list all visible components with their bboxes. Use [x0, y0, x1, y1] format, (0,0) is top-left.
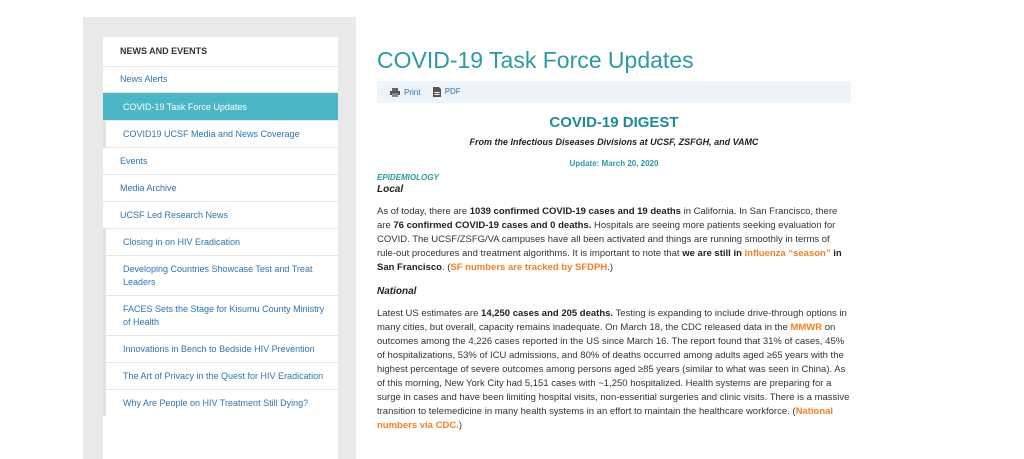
local-paragraph: As of today, there are 1039 confirmed CO…	[377, 206, 842, 273]
toolbar: Print PDF	[377, 81, 851, 103]
sidebar-subitem[interactable]: FACES Sets the Stage for Kisumu County M…	[103, 296, 338, 336]
digest-subtitle: From the Infectious Diseases Divisions a…	[469, 137, 759, 147]
main-content: COVID-19 Task Force Updates Print PDF CO…	[377, 40, 851, 433]
national-paragraph: Latest US estimates are 14,250 cases and…	[377, 308, 850, 431]
sidebar-subitems: Closing in on HIV Eradication Developing…	[103, 229, 338, 416]
pdf-button[interactable]: PDF	[432, 81, 461, 103]
sidebar-item-events[interactable]: Events	[103, 148, 338, 175]
sidebar-subitem[interactable]: Developing Countries Showcase Test and T…	[103, 256, 338, 296]
sfdph-link[interactable]: SF numbers are tracked by SFDPH	[450, 262, 607, 273]
sidebar-subitem[interactable]: Why Are People on HIV Treatment Still Dy…	[103, 390, 338, 416]
sidebar-subitem[interactable]: Closing in on HIV Eradication	[103, 229, 338, 256]
sidebar-item-news-alerts[interactable]: News Alerts	[103, 67, 338, 93]
category-label: EPIDEMIOLOGY	[377, 173, 439, 182]
printer-icon	[390, 88, 400, 97]
page-title: COVID-19 Task Force Updates	[377, 47, 694, 73]
sidebar-heading: NEWS AND EVENTS	[103, 37, 338, 67]
print-button[interactable]: Print	[390, 82, 420, 104]
sidebar-item-media-archive[interactable]: Media Archive	[103, 175, 338, 202]
section-heading-local: Local	[377, 184, 404, 195]
update-date: Update: March 20, 2020	[569, 159, 659, 168]
mmwr-link[interactable]: MMWR	[790, 322, 822, 333]
sidebar-item-covid-task-force[interactable]: COVID-19 Task Force Updates	[103, 93, 338, 121]
sidebar-item-research-news[interactable]: UCSF Led Research News	[103, 202, 338, 229]
sidebar-subitem[interactable]: The Art of Privacy in the Quest for HIV …	[103, 363, 338, 390]
digest-title: COVID-19 DIGEST	[549, 114, 679, 131]
sidebar-item-covid-media-coverage[interactable]: COVID19 UCSF Media and News Coverage	[103, 121, 338, 148]
sidebar-subitem[interactable]: Innovations in Bench to Bedside HIV Prev…	[103, 336, 338, 363]
section-heading-national: National	[377, 286, 417, 297]
sidebar-nav: NEWS AND EVENTS News Alerts COVID-19 Tas…	[103, 37, 338, 459]
print-label: Print	[404, 87, 421, 97]
pdf-label: PDF	[444, 87, 461, 96]
pdf-file-icon	[432, 87, 441, 97]
